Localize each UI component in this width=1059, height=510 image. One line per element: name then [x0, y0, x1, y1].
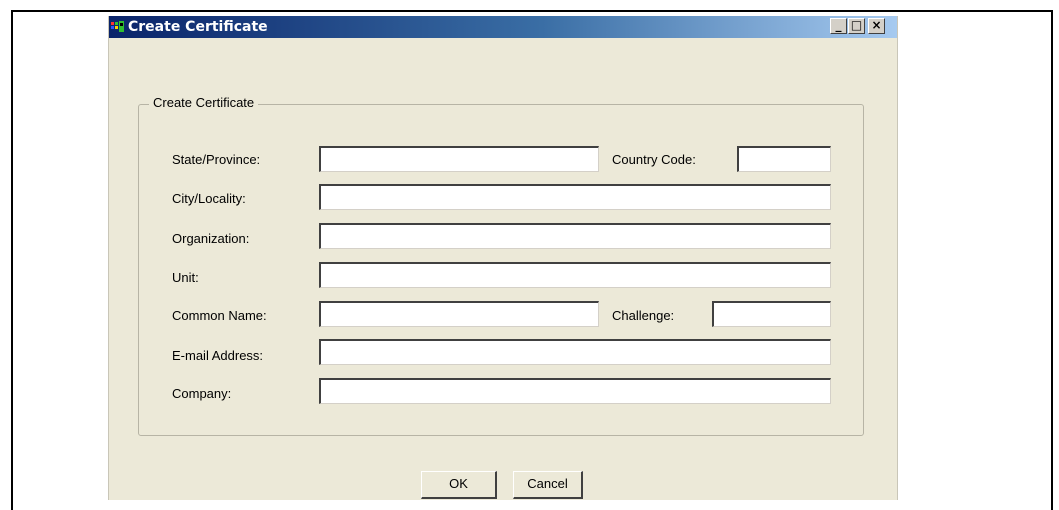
ok-button[interactable]: OK: [421, 471, 497, 499]
app-icon: [111, 21, 124, 32]
country-code-input[interactable]: [737, 146, 831, 172]
challenge-input[interactable]: [712, 301, 831, 327]
common-name-label: Common Name:: [172, 308, 267, 323]
close-button[interactable]: ×: [868, 18, 885, 34]
groupbox-legend: Create Certificate: [149, 94, 259, 112]
email-input[interactable]: [319, 339, 831, 365]
window-title: Create Certificate: [128, 19, 268, 35]
organization-label: Organization:: [172, 231, 250, 246]
cancel-button[interactable]: Cancel: [513, 471, 583, 499]
state-label: State/Province:: [172, 152, 261, 167]
close-icon: ×: [871, 18, 882, 32]
company-label: Company:: [172, 386, 232, 401]
challenge-label: Challenge:: [612, 308, 675, 323]
state-input[interactable]: [319, 146, 599, 172]
title-bar[interactable]: Create Certificate _ □ ×: [109, 16, 897, 38]
country-code-label: Country Code:: [612, 152, 696, 167]
maximize-button[interactable]: □: [848, 18, 865, 34]
company-input[interactable]: [319, 378, 831, 404]
minimize-icon: _: [835, 18, 842, 32]
minimize-button[interactable]: _: [830, 18, 847, 34]
maximize-icon: □: [850, 18, 863, 32]
create-certificate-dialog: Create Certificate _ □ × Create Certific…: [108, 16, 898, 500]
city-input[interactable]: [319, 184, 831, 210]
common-name-input[interactable]: [319, 301, 599, 327]
email-label: E-mail Address:: [172, 348, 264, 363]
unit-input[interactable]: [319, 262, 831, 288]
city-label: City/Locality:: [172, 191, 246, 206]
unit-label: Unit:: [172, 270, 199, 285]
organization-input[interactable]: [319, 223, 831, 249]
